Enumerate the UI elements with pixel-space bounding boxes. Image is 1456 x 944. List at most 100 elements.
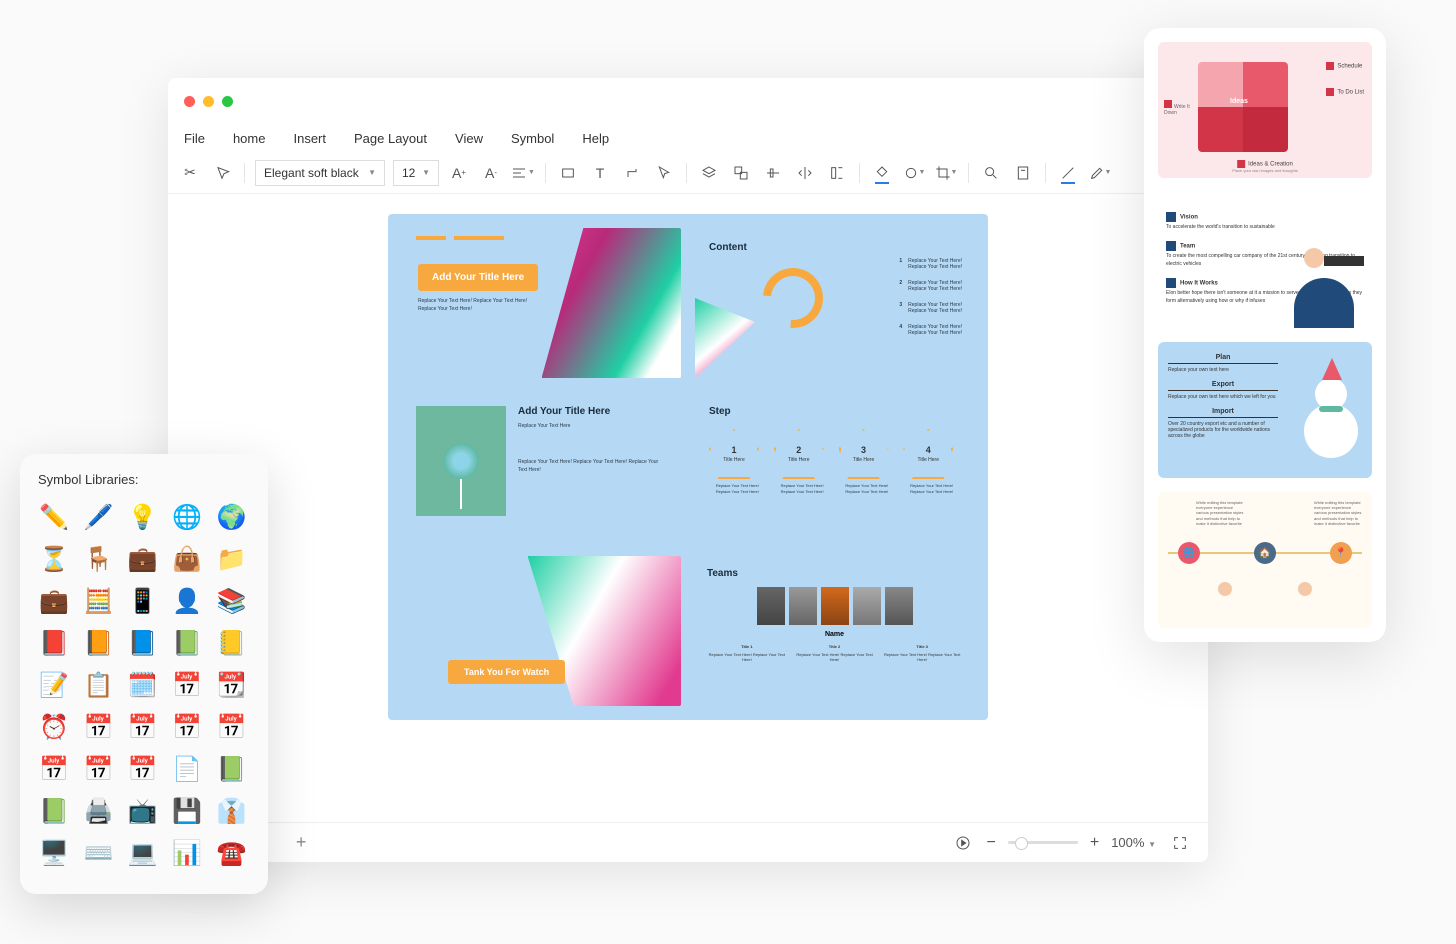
crop-button[interactable]: ▼ [934, 161, 958, 185]
symbol-item-17[interactable]: 📘 [127, 627, 159, 659]
symbol-item-18[interactable]: 📗 [171, 627, 203, 659]
symbol-item-35[interactable]: 📗 [38, 795, 70, 827]
symbol-item-6[interactable]: 🪑 [82, 543, 114, 575]
add-page-button[interactable]: + [296, 832, 307, 853]
pen-button[interactable]: ▼ [1088, 161, 1112, 185]
connector-tool[interactable] [620, 161, 644, 185]
zoom-out-button[interactable]: − [987, 834, 996, 852]
rectangle-tool[interactable] [556, 161, 580, 185]
distribute-button[interactable] [825, 161, 849, 185]
group-button[interactable] [729, 161, 753, 185]
symbol-item-24[interactable]: 📆 [216, 669, 248, 701]
symbol-library-panel: Symbol Libraries: ✏️🖊️💡🌐🌍⏳🪑💼👜📁💼🧮📱👤📚📕📙📘📗📒… [20, 454, 268, 894]
symbol-item-15[interactable]: 📕 [38, 627, 70, 659]
symbol-item-37[interactable]: 📺 [127, 795, 159, 827]
symbol-item-3[interactable]: 🌐 [171, 501, 203, 533]
zoom-level[interactable]: 100% ▼ [1111, 835, 1156, 850]
menu-file[interactable]: File [184, 131, 205, 146]
symbol-item-9[interactable]: 📁 [216, 543, 248, 575]
slide-content[interactable]: Content 1Replace Your Text Here!Replace … [695, 228, 974, 378]
symbol-item-0[interactable]: ✏️ [38, 501, 70, 533]
menu-page-layout[interactable]: Page Layout [354, 131, 427, 146]
symbol-item-44[interactable]: ☎️ [216, 837, 248, 869]
close-button[interactable] [184, 96, 195, 107]
symbol-item-27[interactable]: 📅 [127, 711, 159, 743]
symbol-item-2[interactable]: 💡 [127, 501, 159, 533]
teams-heading: Teams [707, 568, 962, 579]
symbol-item-5[interactable]: ⏳ [38, 543, 70, 575]
symbol-item-40[interactable]: 🖥️ [38, 837, 70, 869]
menu-home[interactable]: home [233, 131, 266, 146]
shape-button[interactable]: ▼ [902, 161, 926, 185]
search-button[interactable] [979, 161, 1003, 185]
timeline-node-pin-icon: 📍 [1330, 542, 1352, 564]
symbol-item-38[interactable]: 💾 [171, 795, 203, 827]
symbol-item-33[interactable]: 📄 [171, 753, 203, 785]
symbol-item-29[interactable]: 📅 [216, 711, 248, 743]
minimize-button[interactable] [203, 96, 214, 107]
statusbar: Page-1 + − + 100% ▼ [168, 822, 1208, 862]
template-timeline[interactable]: While editing this template everyone exp… [1158, 492, 1372, 628]
symbol-item-16[interactable]: 📙 [82, 627, 114, 659]
text-tool[interactable]: T [588, 161, 612, 185]
menu-help[interactable]: Help [582, 131, 609, 146]
decrease-font-button[interactable]: A- [479, 161, 503, 185]
play-button[interactable] [951, 831, 975, 855]
slide-steps[interactable]: Step 1Title HereReplace Your Text Here! … [695, 392, 974, 542]
line-color-button[interactable] [1056, 161, 1080, 185]
slide-title[interactable]: Add Your Title Here Replace Your Text He… [402, 228, 681, 378]
flip-button[interactable] [793, 161, 817, 185]
symbol-item-28[interactable]: 📅 [171, 711, 203, 743]
pointer-tool[interactable] [652, 161, 676, 185]
align-button[interactable]: ▼ [511, 161, 535, 185]
menu-insert[interactable]: Insert [293, 131, 326, 146]
symbol-item-32[interactable]: 📅 [127, 753, 159, 785]
fill-color-button[interactable] [870, 161, 894, 185]
symbol-item-14[interactable]: 📚 [216, 585, 248, 617]
symbol-item-13[interactable]: 👤 [171, 585, 203, 617]
symbol-item-25[interactable]: ⏰ [38, 711, 70, 743]
symbol-item-26[interactable]: 📅 [82, 711, 114, 743]
symbol-item-36[interactable]: 🖨️ [82, 795, 114, 827]
menu-view[interactable]: View [455, 131, 483, 146]
zoom-in-button[interactable]: + [1090, 834, 1099, 852]
cut-button[interactable]: ✂ [178, 161, 202, 185]
slide-image-text[interactable]: Add Your Title Here Replace Your Text He… [402, 392, 681, 542]
zoom-slider[interactable] [1008, 841, 1078, 844]
symbol-item-39[interactable]: 👔 [216, 795, 248, 827]
symbol-item-34[interactable]: 📗 [216, 753, 248, 785]
font-size-selector[interactable]: 12▼ [393, 160, 439, 186]
fullscreen-button[interactable] [1168, 831, 1192, 855]
symbol-item-4[interactable]: 🌍 [216, 501, 248, 533]
slide-teams[interactable]: Teams Name Title 1Replace Your Text Here… [695, 556, 974, 706]
menu-symbol[interactable]: Symbol [511, 131, 554, 146]
template-snowman[interactable]: PlanReplace your own text here ExportRep… [1158, 342, 1372, 478]
symbol-item-41[interactable]: ⌨️ [82, 837, 114, 869]
increase-font-button[interactable]: A+ [447, 161, 471, 185]
layers-button[interactable] [697, 161, 721, 185]
symbol-item-22[interactable]: 🗓️ [127, 669, 159, 701]
symbol-item-23[interactable]: 📅 [171, 669, 203, 701]
slide-thanks[interactable]: Tank You For Watch [402, 556, 681, 706]
symbol-item-7[interactable]: 💼 [127, 543, 159, 575]
format-painter-button[interactable] [210, 161, 234, 185]
symbol-item-10[interactable]: 💼 [38, 585, 70, 617]
symbol-item-19[interactable]: 📒 [216, 627, 248, 659]
symbol-item-43[interactable]: 📊 [171, 837, 203, 869]
canvas[interactable]: Add Your Title Here Replace Your Text He… [168, 194, 1208, 822]
symbol-item-21[interactable]: 📋 [82, 669, 114, 701]
align-objects-button[interactable] [761, 161, 785, 185]
symbol-item-12[interactable]: 📱 [127, 585, 159, 617]
symbol-item-11[interactable]: 🧮 [82, 585, 114, 617]
symbol-item-20[interactable]: 📝 [38, 669, 70, 701]
maximize-button[interactable] [222, 96, 233, 107]
page-settings-button[interactable] [1011, 161, 1035, 185]
symbol-item-31[interactable]: 📅 [82, 753, 114, 785]
symbol-item-42[interactable]: 💻 [127, 837, 159, 869]
symbol-item-1[interactable]: 🖊️ [82, 501, 114, 533]
symbol-item-30[interactable]: 📅 [38, 753, 70, 785]
symbol-item-8[interactable]: 👜 [171, 543, 203, 575]
font-selector[interactable]: Elegant soft black▼ [255, 160, 385, 186]
template-vision[interactable]: VisionTo accelerate the world's transiti… [1158, 192, 1372, 328]
template-puzzle[interactable]: Ideas Schedule To Do List Write It Down … [1158, 42, 1372, 178]
